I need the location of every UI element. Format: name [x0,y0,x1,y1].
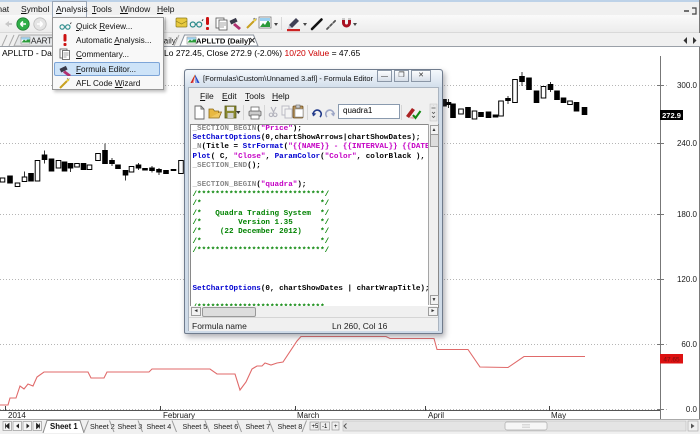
svg-text:Sheet 3: Sheet 3 [118,422,143,431]
svg-text:120.0: 120.0 [677,275,698,284]
svg-text:-1: -1 [322,424,328,430]
svg-text:February: February [163,411,195,419]
svg-text:0.0: 0.0 [686,405,698,414]
svg-text:+5: +5 [312,424,320,430]
svg-text:APLLTD (Daily): APLLTD (Daily) [196,37,251,46]
svg-text:47.65: 47.65 [663,357,680,364]
svg-text:Sheet 8: Sheet 8 [278,422,303,431]
svg-text:March: March [297,411,319,419]
svg-text:Sheet 4: Sheet 4 [147,422,172,431]
svg-text:April: April [428,411,444,419]
svg-text:May: May [551,411,566,419]
svg-text:240.0: 240.0 [677,139,698,148]
svg-text:Sheet 6: Sheet 6 [214,422,239,431]
svg-text:Sheet 5: Sheet 5 [183,422,208,431]
svg-text:60.0: 60.0 [681,340,697,349]
svg-text:272.9: 272.9 [662,111,681,120]
svg-text:Sheet 1: Sheet 1 [50,422,78,431]
svg-text:300.0: 300.0 [677,81,698,90]
svg-text:Sheet 7: Sheet 7 [246,422,271,431]
svg-text:2014: 2014 [8,411,26,419]
svg-text:180.0: 180.0 [677,210,698,219]
svg-text:+: + [334,424,338,430]
